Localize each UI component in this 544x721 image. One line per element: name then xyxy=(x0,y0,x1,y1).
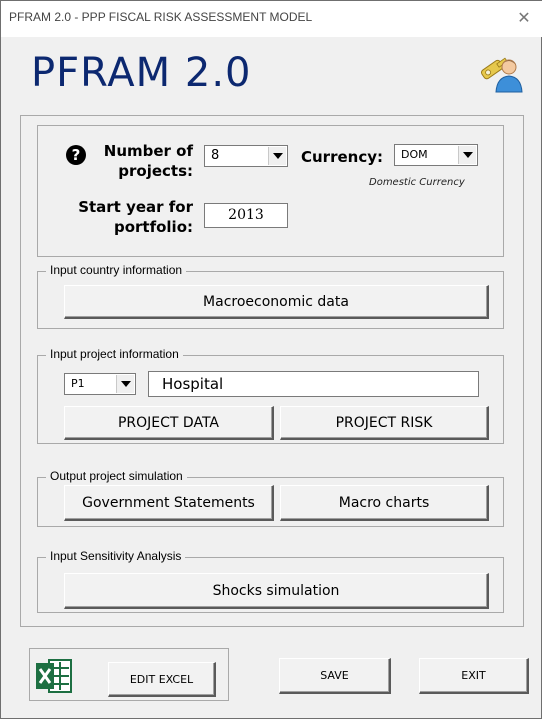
currency-note: Domestic Currency xyxy=(369,177,465,188)
projects-label: Number of projects: xyxy=(103,142,193,180)
project-name-input[interactable]: Hospital xyxy=(148,371,479,397)
dropdown-arrow-icon[interactable] xyxy=(116,375,134,393)
window-title: PFRAM 2.0 - PPP FISCAL RISK ASSESSMENT M… xyxy=(9,10,313,24)
project-selector[interactable]: P1 xyxy=(64,373,136,395)
dialog-window: PFRAM 2.0 - PPP FISCAL RISK ASSESSMENT M… xyxy=(0,0,543,719)
close-button[interactable]: ✕ xyxy=(511,5,537,31)
projects-value: 8 xyxy=(211,148,220,163)
exit-button[interactable]: EXIT xyxy=(419,658,529,694)
shocks-simulation-button[interactable]: Shocks simulation xyxy=(64,573,489,609)
project-legend: Input project information xyxy=(46,347,183,361)
project-risk-button[interactable]: PROJECT RISK xyxy=(280,406,489,440)
currency-dropdown[interactable]: DOM xyxy=(394,144,478,166)
currency-label: Currency: xyxy=(301,148,384,166)
output-legend: Output project simulation xyxy=(46,469,187,483)
projects-dropdown[interactable]: 8 xyxy=(204,145,288,167)
currency-value: DOM xyxy=(401,148,428,161)
macroeconomic-data-button[interactable]: Macroeconomic data xyxy=(64,285,489,319)
macro-charts-button[interactable]: Macro charts xyxy=(280,485,489,521)
government-statements-button[interactable]: Government Statements xyxy=(64,485,274,521)
user-key-icon xyxy=(480,57,523,93)
project-name-value: Hospital xyxy=(162,375,224,393)
dropdown-arrow-icon[interactable] xyxy=(458,146,476,164)
save-button[interactable]: SAVE xyxy=(279,658,391,694)
project-selector-value: P1 xyxy=(71,377,85,390)
edit-excel-button[interactable]: EDIT EXCEL xyxy=(108,662,216,697)
project-data-button[interactable]: PROJECT DATA xyxy=(64,406,274,440)
country-legend: Input country information xyxy=(46,263,187,277)
start-year-input[interactable]: 2013 xyxy=(204,203,288,228)
title-bar: PFRAM 2.0 - PPP FISCAL RISK ASSESSMENT M… xyxy=(1,1,543,37)
app-title: PFRAM 2.0 xyxy=(31,50,252,96)
dropdown-arrow-icon[interactable] xyxy=(268,147,286,165)
start-year-label: Start year for portfolio: xyxy=(78,198,193,236)
sensitivity-legend: Input Sensitivity Analysis xyxy=(46,549,186,563)
excel-icon[interactable] xyxy=(35,657,73,695)
